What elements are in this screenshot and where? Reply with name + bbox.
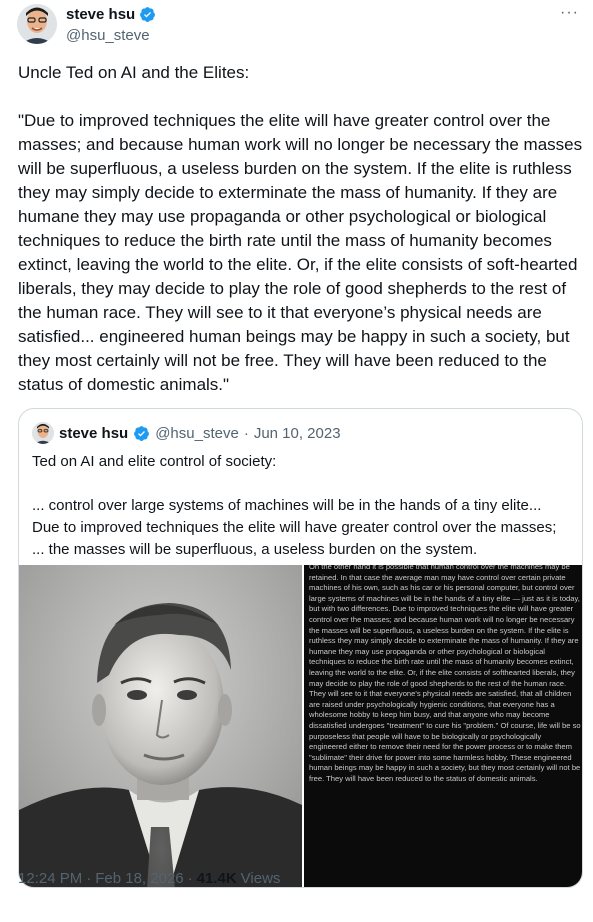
tweet: steve hsu @hsu_steve ··· Uncle Ted on AI… [0,0,593,922]
verified-badge-icon [140,7,156,22]
quote-author-avatar [32,422,54,444]
verified-badge-icon [134,425,150,441]
person-avatar-icon [17,4,57,44]
tweet-footer: 12:24 PM · Feb 18, 2026 · 41.4K Views [18,870,280,887]
quote-author-name: steve hsu [59,424,129,442]
tweet-text: Uncle Ted on AI and the Elites: "Due to … [18,63,583,394]
author-handle[interactable]: @hsu_steve [66,27,150,44]
more-options-icon[interactable]: ··· [560,5,579,21]
post-time[interactable]: 12:24 PM [18,870,82,887]
quoted-tweet[interactable]: steve hsu @hsu_steve · Jun 10, 2023 Ted … [18,408,583,888]
separator: · [187,870,193,887]
quote-text: Ted on AI and elite control of society: … [32,453,557,558]
excerpt-text: On the other hand it is possible that hu… [309,565,583,783]
quote-date[interactable]: Jun 10, 2023 [254,425,341,442]
quote-header: steve hsu @hsu_steve · Jun 10, 2023 [32,422,341,444]
author-name[interactable]: steve hsu [66,6,135,23]
views-label: Views [240,870,281,887]
quote-separator: · [243,424,249,442]
author-name-row: steve hsu [66,6,156,23]
portrait-photo[interactable] [19,565,302,887]
portrait-image [19,565,302,887]
post-date[interactable]: Feb 18, 2026 [95,870,183,887]
views-count[interactable]: 41.4K [197,870,237,887]
excerpt-text-image[interactable]: On the other hand it is possible that hu… [304,565,583,887]
person-avatar-icon [32,422,54,444]
author-avatar[interactable] [17,4,57,44]
separator: · [86,870,92,887]
quote-author-handle: @hsu_steve [155,424,239,442]
